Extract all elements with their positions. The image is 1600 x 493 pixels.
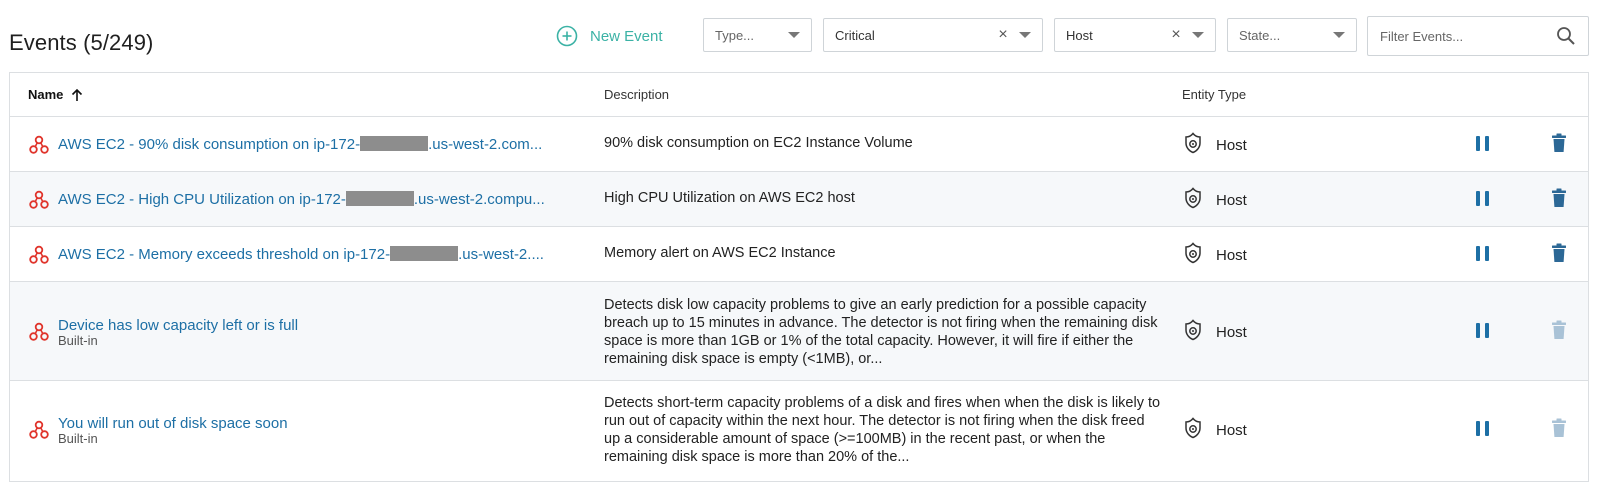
host-icon: [1182, 132, 1216, 158]
table-header: Name Description Entity Type: [10, 73, 1588, 117]
severity-filter-select[interactable]: Critical ×: [823, 18, 1043, 52]
arrow-up-icon: [72, 88, 83, 101]
entity-type-label: Host: [1216, 421, 1247, 439]
trash-icon: [1551, 133, 1567, 157]
event-cluster-icon: [28, 189, 50, 211]
column-header-entity-type[interactable]: Entity Type: [1182, 87, 1246, 102]
chevron-down-icon: [1192, 32, 1204, 38]
column-header-name[interactable]: Name: [28, 87, 83, 102]
host-icon: [1182, 242, 1216, 268]
redacted-block: [360, 136, 429, 151]
redacted-block: [345, 191, 414, 206]
entity-type-label: Host: [1216, 323, 1247, 341]
delete-button: [1551, 320, 1567, 345]
page-title: Events (5/249): [9, 30, 154, 55]
column-header-name-label: Name: [28, 87, 64, 102]
delete-button[interactable]: [1551, 188, 1567, 213]
host-icon: [1182, 417, 1216, 443]
event-description: Detects short-term capacity problems of …: [604, 395, 1161, 465]
event-cluster-icon: [28, 244, 50, 266]
severity-filter-value: Critical: [835, 27, 875, 43]
state-filter-placeholder: State...: [1239, 27, 1281, 43]
builtin-label: Built-in: [58, 431, 98, 446]
event-description: 90% disk consumption on EC2 Instance Vol…: [604, 135, 913, 151]
table-row: AWS EC2 - Memory exceeds threshold on ip…: [10, 227, 1588, 282]
type-filter-select[interactable]: Type...: [703, 18, 812, 52]
plus-circle-icon: [556, 25, 578, 47]
chevron-down-icon: [1019, 32, 1031, 38]
filter-events-input[interactable]: [1368, 17, 1556, 55]
delete-button: [1551, 418, 1567, 443]
pause-button[interactable]: [1476, 421, 1489, 436]
event-description: High CPU Utilization on AWS EC2 host: [604, 190, 855, 206]
event-name-link[interactable]: Device has low capacity left or is full: [58, 317, 298, 334]
pause-button[interactable]: [1476, 136, 1489, 151]
search-icon[interactable]: [1556, 26, 1576, 46]
trash-icon: [1551, 188, 1567, 212]
chevron-down-icon: [1333, 32, 1345, 38]
pause-button[interactable]: [1476, 323, 1489, 338]
chevron-down-icon: [788, 32, 800, 38]
entity-filter-select[interactable]: Host ×: [1054, 18, 1216, 52]
event-cluster-icon: [28, 419, 50, 441]
event-name-link[interactable]: AWS EC2 - Memory exceeds threshold on ip…: [58, 246, 544, 263]
entity-type-label: Host: [1216, 136, 1247, 154]
event-cluster-icon: [28, 134, 50, 156]
event-description: Memory alert on AWS EC2 Instance: [604, 245, 836, 261]
column-header-description[interactable]: Description: [604, 87, 669, 102]
pause-button[interactable]: [1476, 246, 1489, 261]
clear-entity-icon[interactable]: ×: [1168, 27, 1184, 43]
table-row: Device has low capacity left or is full …: [10, 282, 1588, 381]
event-name-link[interactable]: You will run out of disk space soon: [58, 415, 288, 432]
redacted-block: [390, 246, 459, 261]
entity-filter-value: Host: [1066, 27, 1093, 43]
delete-button[interactable]: [1551, 133, 1567, 158]
trash-icon: [1551, 320, 1567, 344]
clear-severity-icon[interactable]: ×: [995, 27, 1011, 43]
delete-button[interactable]: [1551, 243, 1567, 268]
state-filter-select[interactable]: State...: [1227, 18, 1357, 52]
table-row: AWS EC2 - High CPU Utilization on ip-172…: [10, 172, 1588, 227]
events-table: Name Description Entity Type AWS EC2 - 9…: [9, 72, 1589, 482]
trash-icon: [1551, 243, 1567, 267]
pause-button[interactable]: [1476, 191, 1489, 206]
new-event-label: New Event: [590, 27, 663, 45]
trash-icon: [1551, 418, 1567, 442]
event-description: Detects disk low capacity problems to gi…: [604, 297, 1158, 367]
new-event-button[interactable]: New Event: [556, 25, 663, 47]
event-cluster-icon: [28, 321, 50, 343]
search-box: [1367, 16, 1589, 56]
table-row: AWS EC2 - 90% disk consumption on ip-172…: [10, 117, 1588, 172]
entity-type-label: Host: [1216, 191, 1247, 209]
builtin-label: Built-in: [58, 333, 98, 348]
host-icon: [1182, 319, 1216, 345]
host-icon: [1182, 187, 1216, 213]
event-name-link[interactable]: AWS EC2 - High CPU Utilization on ip-172…: [58, 191, 545, 208]
table-row: You will run out of disk space soon Buil…: [10, 381, 1588, 479]
event-name-link[interactable]: AWS EC2 - 90% disk consumption on ip-172…: [58, 136, 542, 153]
type-filter-placeholder: Type...: [715, 27, 755, 43]
entity-type-label: Host: [1216, 246, 1247, 264]
